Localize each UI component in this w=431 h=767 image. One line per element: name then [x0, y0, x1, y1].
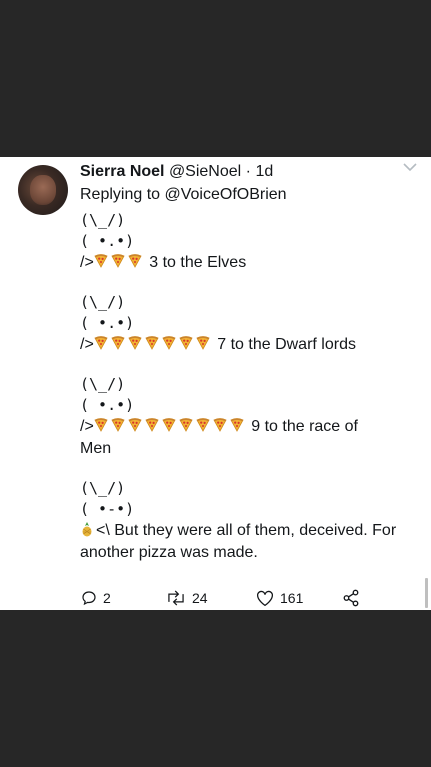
replying-mention[interactable]: @VoiceOfOBrien [165, 186, 287, 203]
pizza-slice-icon [111, 254, 125, 268]
pizza-slice-icon [179, 336, 193, 350]
pizza-slice-icon [128, 336, 142, 350]
ascii-arms: /> [80, 418, 94, 435]
pizza-slice-icon [196, 418, 210, 432]
retweet-count: 24 [192, 590, 208, 606]
ascii-art-block: (\_/) ( •.•) /> 3 to the Elves [80, 210, 420, 274]
ascii-arms: /> [80, 336, 94, 353]
replying-prefix: Replying to [80, 186, 165, 203]
dark-background-top [0, 0, 431, 157]
pineapple-icon [80, 522, 94, 537]
ascii-art-block: (\_/) ( •.•) /> 9 to the race of Men [80, 374, 420, 460]
ascii-face: ( •.•) [80, 232, 135, 250]
tweet-actions: 2 24 161 [80, 589, 380, 609]
tweet-line-text: 3 to the Elves [144, 254, 247, 271]
tweet-line-text: Men [80, 440, 112, 457]
like-count: 161 [280, 590, 304, 606]
ascii-ears: (\_/) [80, 375, 126, 393]
pizza-slice-icon [162, 418, 176, 432]
tweet-line-text: But they were all of them, deceived. For [109, 522, 397, 539]
ascii-arms-line: /> 3 to the Elves [80, 252, 420, 274]
avatar[interactable] [18, 165, 68, 215]
tweet-header: Sierra Noel @SieNoel · 1d [80, 162, 273, 182]
reply-button[interactable]: 2 [80, 589, 111, 607]
chevron-down-icon[interactable] [403, 163, 417, 172]
pizza-slice-icon [162, 336, 176, 350]
scrollbar[interactable] [425, 578, 428, 608]
like-button[interactable]: 161 [255, 589, 303, 607]
share-button[interactable] [342, 589, 365, 607]
tweet-line-text: 7 to the Dwarf lords [212, 336, 356, 353]
pizza-slice-icon [94, 336, 108, 350]
ascii-face: ( •.•) [80, 396, 135, 414]
ascii-ears: (\_/) [80, 211, 126, 229]
heart-icon [255, 589, 280, 607]
ascii-face: ( •-•) [80, 500, 135, 518]
pizza-slice-icon [196, 336, 210, 350]
pizza-slice-icon [128, 254, 142, 268]
pizza-slice-icon [230, 418, 244, 432]
dark-background-bottom [0, 610, 431, 767]
pizza-slice-icon [179, 418, 193, 432]
replying-to: Replying to @VoiceOfOBrien [80, 185, 287, 205]
pizza-slice-icon [213, 418, 227, 432]
pizza-slice-icon [111, 336, 125, 350]
ascii-arms-line: /> 9 to the race of [80, 416, 420, 438]
pizza-slice-icon [128, 418, 142, 432]
tweet-line-text: 9 to the race of [246, 418, 358, 435]
retweet-icon [165, 589, 192, 607]
pizza-slice-icon [94, 254, 108, 268]
share-icon [342, 589, 365, 607]
ascii-face: ( •.•) [80, 314, 135, 332]
tweet-timestamp[interactable]: 1d [255, 163, 273, 180]
ascii-ears: (\_/) [80, 293, 126, 311]
ascii-art-block: (\_/) ( •-•) <\ But they were all of them,… [80, 478, 420, 564]
ascii-arms: <\ [96, 522, 110, 539]
tweet-text: (\_/) ( •.•) /> 3 to the Elves (\_/) ( •.•) /… [80, 210, 420, 564]
reply-icon [80, 589, 103, 607]
pizza-slice-icon [145, 336, 159, 350]
ascii-arms: /> [80, 254, 94, 271]
ascii-arms-line: /> 7 to the Dwarf lords [80, 334, 420, 356]
reply-count: 2 [103, 590, 111, 606]
tweet-card[interactable]: Sierra Noel @SieNoel · 1d Replying to @V… [0, 157, 431, 610]
display-name[interactable]: Sierra Noel [80, 163, 164, 180]
tweet-line-text: another pizza was made. [80, 544, 258, 561]
ascii-arms-line: <\ But they were all of them, deceived. … [80, 520, 420, 542]
retweet-button[interactable]: 24 [165, 589, 208, 607]
user-handle[interactable]: @SieNoel [169, 163, 241, 180]
pizza-slice-icon [94, 418, 108, 432]
ascii-art-block: (\_/) ( •.•) /> 7 to the Dwarf lords [80, 292, 420, 356]
separator: · [245, 163, 251, 180]
ascii-ears: (\_/) [80, 479, 126, 497]
pizza-slice-icon [145, 418, 159, 432]
pizza-slice-icon [111, 418, 125, 432]
